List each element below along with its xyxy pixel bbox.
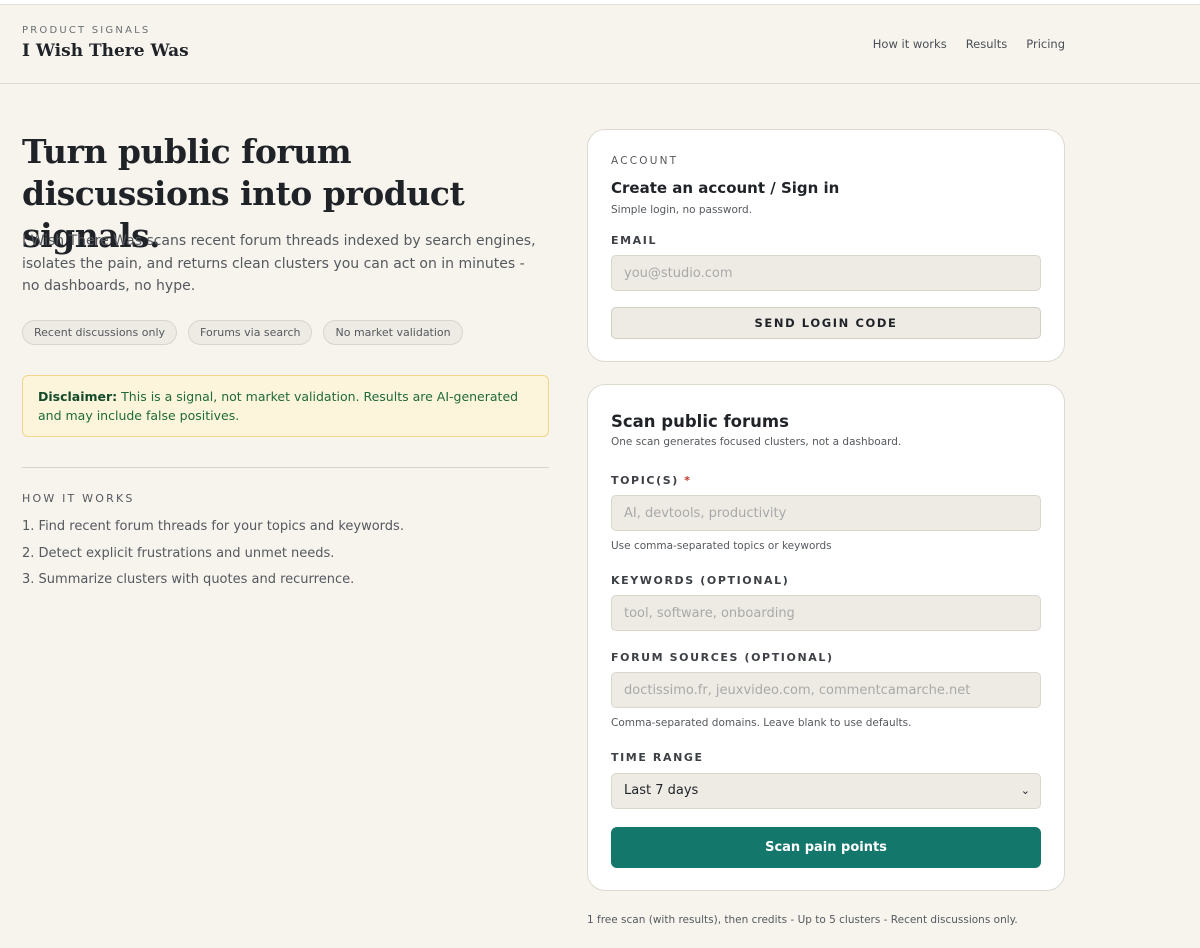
email-label: EMAIL bbox=[611, 234, 658, 247]
account-title: Create an account / Sign in bbox=[611, 179, 840, 197]
feature-pills: Recent discussions only Forums via searc… bbox=[22, 320, 463, 345]
forum-sources-label: FORUM SOURCES (OPTIONAL) bbox=[611, 651, 834, 664]
pill-forums-via-search: Forums via search bbox=[188, 320, 313, 345]
topics-label-text: TOPIC(S) bbox=[611, 474, 679, 487]
chevron-down-icon: ⌄ bbox=[1020, 784, 1030, 797]
topics-input[interactable] bbox=[611, 495, 1041, 531]
nav-how-it-works[interactable]: How it works bbox=[873, 37, 947, 51]
time-range-select[interactable]: Last 7 days ⌄ bbox=[611, 773, 1041, 809]
scan-pain-points-button[interactable]: Scan pain points bbox=[611, 827, 1041, 868]
how-it-works-steps: 1. Find recent forum threads for your to… bbox=[22, 518, 404, 598]
account-eyebrow: ACCOUNT bbox=[611, 155, 679, 167]
pricing-footnote: 1 free scan (with results), then credits… bbox=[587, 914, 1018, 926]
time-range-value: Last 7 days bbox=[624, 783, 699, 798]
hero-description: I Wish There Was scans recent forum thre… bbox=[22, 233, 536, 294]
account-subtitle: Simple login, no password. bbox=[611, 204, 753, 216]
scan-card: Scan public forums One scan generates fo… bbox=[587, 384, 1065, 891]
disclaimer-label: Disclaimer: bbox=[38, 389, 118, 404]
email-field[interactable] bbox=[611, 255, 1041, 291]
disclaimer-banner: Disclaimer: This is a signal, not market… bbox=[22, 375, 549, 437]
forum-sources-hint: Comma-separated domains. Leave blank to … bbox=[611, 717, 912, 729]
topics-label: TOPIC(S) * bbox=[611, 474, 692, 487]
step-item: 3. Summarize clusters with quotes and re… bbox=[22, 572, 355, 587]
account-card: ACCOUNT Create an account / Sign in Simp… bbox=[587, 129, 1065, 362]
scan-subtitle: One scan generates focused clusters, not… bbox=[611, 436, 902, 448]
keywords-input[interactable] bbox=[611, 595, 1041, 631]
forum-sources-input[interactable] bbox=[611, 672, 1041, 708]
keywords-label: KEYWORDS (OPTIONAL) bbox=[611, 574, 790, 587]
top-nav: How it works Results Pricing bbox=[873, 37, 1065, 51]
topics-hint: Use comma-separated topics or keywords bbox=[611, 540, 832, 552]
how-it-works-heading: HOW IT WORKS bbox=[22, 492, 135, 505]
section-divider bbox=[22, 467, 549, 468]
brand-eyebrow: PRODUCT SIGNALS bbox=[22, 25, 151, 36]
pill-recent-discussions: Recent discussions only bbox=[22, 320, 178, 345]
send-login-code-button[interactable]: SEND LOGIN CODE bbox=[611, 307, 1041, 339]
site-header: PRODUCT SIGNALS I Wish There Was How it … bbox=[0, 5, 1200, 84]
nav-pricing[interactable]: Pricing bbox=[1026, 37, 1065, 51]
time-range-label: TIME RANGE bbox=[611, 751, 704, 764]
nav-results[interactable]: Results bbox=[966, 37, 1008, 51]
required-marker: * bbox=[684, 474, 692, 487]
pill-no-market-validation: No market validation bbox=[323, 320, 463, 345]
step-item: 1. Find recent forum threads for your to… bbox=[22, 519, 404, 534]
scan-title: Scan public forums bbox=[611, 412, 789, 431]
step-item: 2. Detect explicit frustrations and unme… bbox=[22, 545, 335, 561]
brand-title[interactable]: I Wish There Was bbox=[22, 41, 189, 61]
